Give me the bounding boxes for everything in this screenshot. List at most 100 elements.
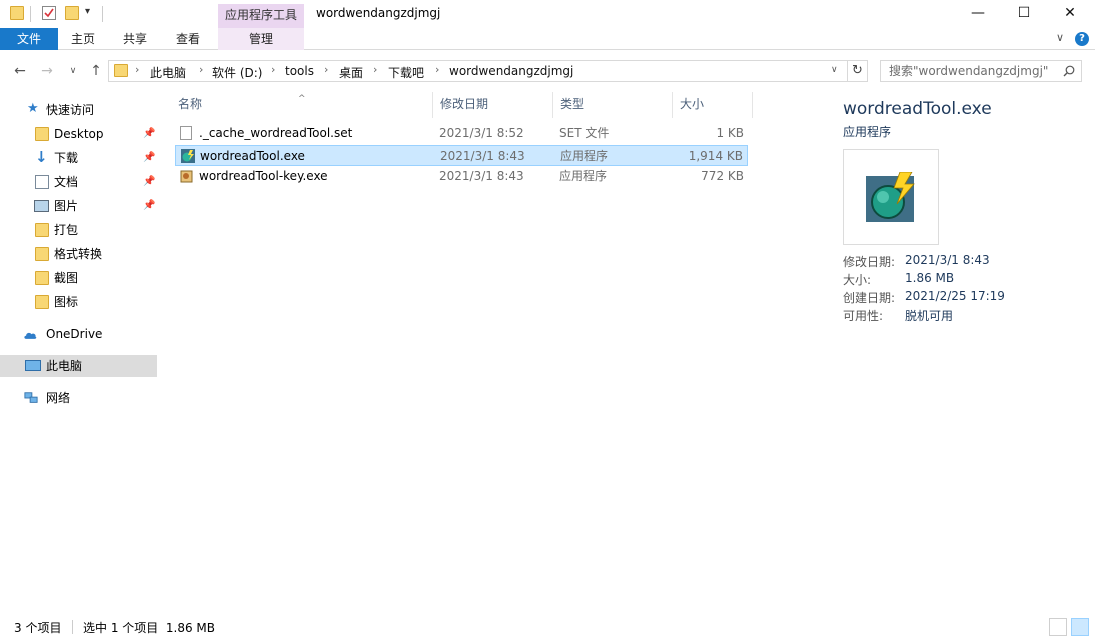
property-value: 2021/3/1 8:43 <box>905 253 990 267</box>
chevron-right-icon[interactable]: › <box>373 63 377 76</box>
file-date: 2021/3/1 8:43 <box>440 149 525 163</box>
property-label: 修改日期: <box>843 255 896 269</box>
back-icon[interactable]: ← <box>11 62 29 80</box>
column-divider[interactable] <box>752 92 753 118</box>
file-thumbnail <box>843 149 939 245</box>
breadcrumb-desktop[interactable]: 桌面 <box>339 64 363 81</box>
breadcrumb-drive-d[interactable]: 软件 (D:) <box>212 64 262 81</box>
chevron-right-icon[interactable]: › <box>324 63 328 76</box>
details-view-icon[interactable] <box>1049 618 1067 636</box>
sidebar-item-folder[interactable]: 图标 <box>0 291 157 313</box>
folder-icon <box>114 64 128 77</box>
new-folder-icon[interactable] <box>65 6 79 20</box>
pictures-icon <box>34 200 49 212</box>
sidebar-item-folder[interactable]: 格式转换 <box>0 243 157 265</box>
star-icon: ★ <box>27 101 39 116</box>
sidebar-item-onedrive[interactable]: OneDrive <box>0 323 157 345</box>
sidebar-item-documents[interactable]: 文档 📌 <box>0 171 157 193</box>
close-button[interactable]: ✕ <box>1047 0 1093 28</box>
column-header-size[interactable]: 大小 <box>672 92 752 116</box>
navigation-bar: ← → ∨ ↑ › 此电脑 › 软件 (D:) › tools › 桌面 › 下… <box>0 57 1095 87</box>
folder-icon <box>35 295 49 309</box>
breadcrumb-this-pc[interactable]: 此电脑 <box>150 64 186 81</box>
divider <box>102 6 103 22</box>
sort-ascending-icon: ^ <box>298 94 306 104</box>
sidebar-item-desktop[interactable]: Desktop 📌 <box>0 123 157 145</box>
search-box[interactable] <box>880 60 1082 82</box>
details-file-type: 应用程序 <box>843 125 892 139</box>
sidebar-item-network[interactable]: 网络 <box>0 387 157 409</box>
cloud-icon <box>24 332 37 339</box>
search-input[interactable] <box>881 61 1059 81</box>
property-label: 可用性: <box>843 309 884 323</box>
sidebar-item-folder[interactable]: 截图 <box>0 267 157 289</box>
address-dropdown-icon[interactable]: ∨ <box>831 65 838 75</box>
file-type: 应用程序 <box>560 149 609 163</box>
property-label: 创建日期: <box>843 291 896 305</box>
property-value: 2021/2/25 17:19 <box>905 289 1005 303</box>
tab-view[interactable]: 查看 <box>165 28 211 50</box>
pin-icon[interactable]: 📌 <box>143 123 155 145</box>
column-header-type[interactable]: 类型 <box>552 92 672 116</box>
pin-icon[interactable]: 📌 <box>143 171 155 193</box>
chevron-right-icon[interactable]: › <box>271 63 275 76</box>
sidebar-item-label: 图标 <box>54 295 79 309</box>
document-icon <box>35 175 49 189</box>
tab-share[interactable]: 共享 <box>112 28 158 50</box>
file-name: wordreadTool-key.exe <box>199 169 328 183</box>
folder-icon <box>35 127 49 141</box>
minimize-button[interactable]: — <box>955 0 1001 28</box>
sidebar-item-downloads[interactable]: ↓ 下载 📌 <box>0 147 157 169</box>
table-row[interactable]: wordreadTool-key.exe 2021/3/1 8:43 应用程序 … <box>175 166 748 187</box>
sidebar-item-quick-access[interactable]: ★ 快速访问 <box>0 99 157 121</box>
chevron-right-icon[interactable]: › <box>135 63 139 76</box>
chevron-right-icon[interactable]: › <box>435 63 439 76</box>
search-icon[interactable] <box>1063 65 1075 77</box>
column-header-date[interactable]: 修改日期 <box>432 92 552 116</box>
file-date: 2021/3/1 8:52 <box>439 126 524 140</box>
recent-locations-icon[interactable]: ∨ <box>64 62 82 80</box>
sidebar-item-label: 格式转换 <box>54 247 103 261</box>
sidebar-item-label: OneDrive <box>46 327 103 341</box>
large-icons-view-icon[interactable] <box>1071 618 1089 636</box>
tab-file[interactable]: 文件 <box>0 28 58 50</box>
table-row[interactable]: wordreadTool.exe 2021/3/1 8:43 应用程序 1,91… <box>175 145 748 166</box>
divider <box>72 620 73 634</box>
sidebar-item-this-pc[interactable]: 此电脑 <box>0 355 157 377</box>
sidebar-item-folder[interactable]: 打包 <box>0 219 157 241</box>
file-type: SET 文件 <box>559 126 610 140</box>
selection-info: 选中 1 个项目 1.86 MB <box>83 621 216 635</box>
computer-icon <box>25 360 41 371</box>
folder-icon <box>35 271 49 285</box>
ribbon-expand-icon[interactable]: ∨ <box>1056 31 1064 44</box>
sidebar-item-label: 打包 <box>54 223 79 237</box>
address-bar[interactable]: › 此电脑 › 软件 (D:) › tools › 桌面 › 下载吧 › wor… <box>108 60 848 82</box>
chevron-right-icon[interactable]: › <box>199 63 203 76</box>
file-icon <box>180 126 192 140</box>
sidebar-item-label: 网络 <box>46 391 71 405</box>
breadcrumb-current-folder[interactable]: wordwendangzdjmgj <box>449 64 573 78</box>
keygen-icon <box>180 170 193 183</box>
item-count: 3 个项目 <box>14 621 62 635</box>
forward-icon[interactable]: → <box>38 62 56 80</box>
sidebar-item-label: 文档 <box>54 175 79 189</box>
help-icon[interactable]: ? <box>1075 32 1089 46</box>
customize-quick-access-icon[interactable]: ▾ <box>85 6 90 17</box>
table-row[interactable]: ._cache_wordreadTool.set 2021/3/1 8:52 S… <box>175 123 748 144</box>
pin-icon[interactable]: 📌 <box>143 195 155 217</box>
sidebar-item-label: 图片 <box>54 199 79 213</box>
tab-home[interactable]: 主页 <box>60 28 106 50</box>
property-value: 1.86 MB <box>905 271 955 285</box>
column-header-name[interactable]: 名称 ^ <box>170 92 432 116</box>
properties-icon[interactable] <box>42 6 56 20</box>
refresh-button[interactable]: ↻ <box>848 60 868 82</box>
breadcrumb-tools[interactable]: tools <box>285 64 314 78</box>
status-bar: 3 个项目 选中 1 个项目 1.86 MB <box>0 615 1095 639</box>
breadcrumb-downloads[interactable]: 下载吧 <box>388 64 424 81</box>
up-icon[interactable]: ↑ <box>87 62 105 80</box>
maximize-button[interactable]: ☐ <box>1001 0 1047 28</box>
pin-icon[interactable]: 📌 <box>143 147 155 169</box>
sidebar-item-pictures[interactable]: 图片 📌 <box>0 195 157 217</box>
tab-manage[interactable]: 管理 <box>218 28 304 50</box>
navigation-pane: ★ 快速访问 Desktop 📌 ↓ 下载 📌 文档 📌 图片 📌 打包 格式转… <box>0 92 160 612</box>
